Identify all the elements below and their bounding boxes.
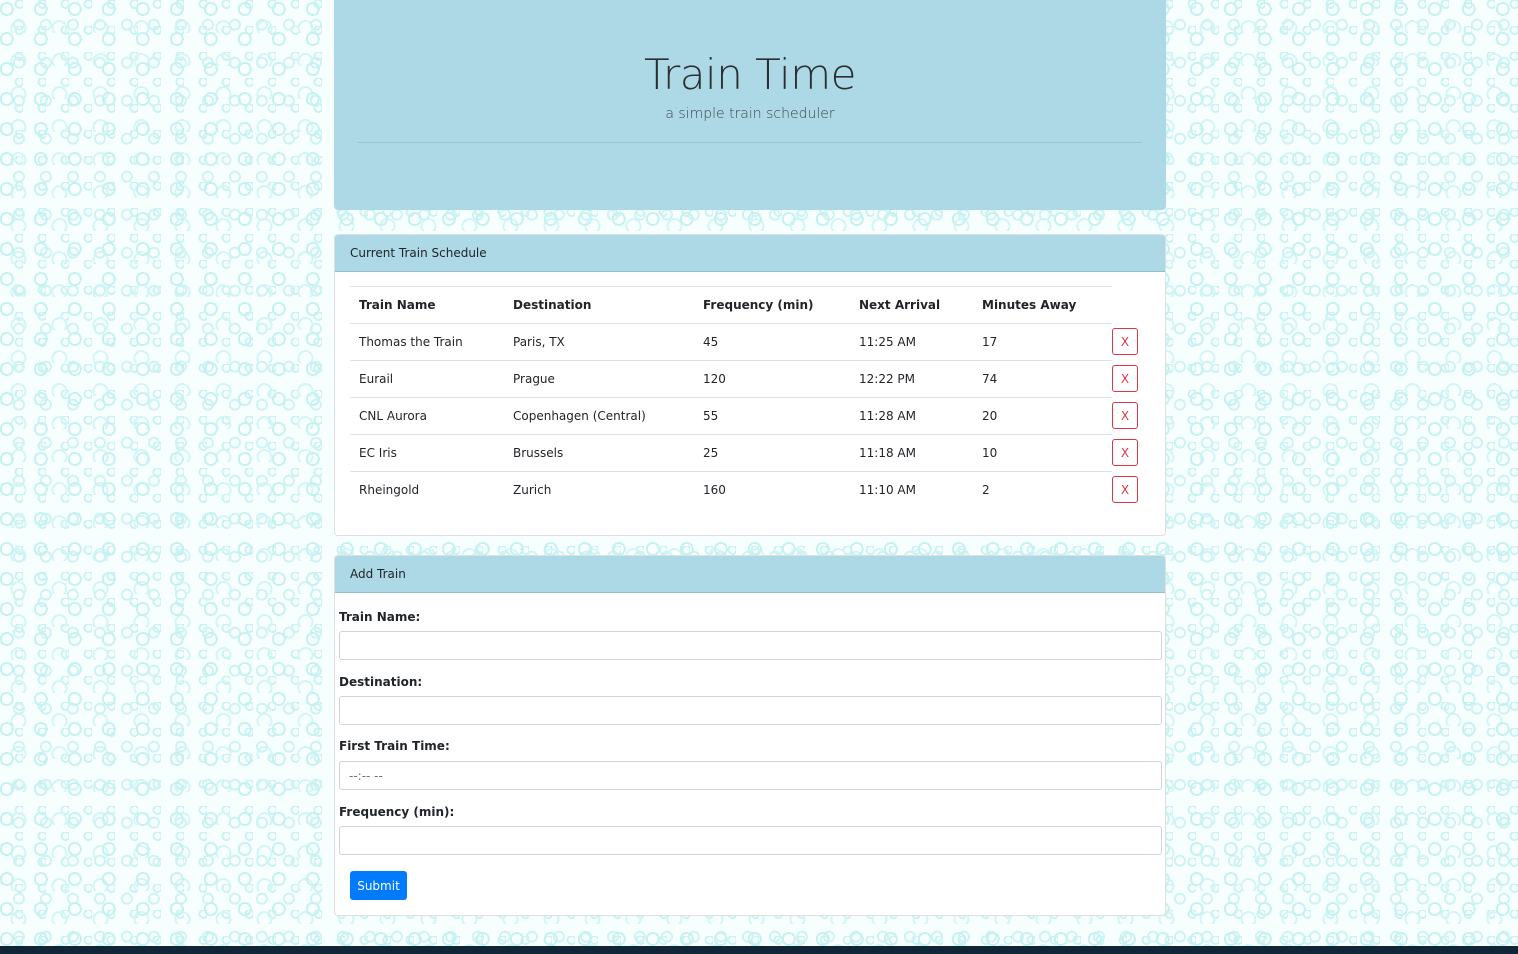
- column-header-frequency: Frequency (min): [694, 286, 850, 324]
- table-row: Rheingold Zurich 160 11:10 AM 2: [350, 472, 1112, 509]
- cell-minutes-away: 10: [973, 434, 1112, 472]
- train-name-input[interactable]: [339, 631, 1162, 660]
- destination-label: Destination:: [339, 675, 423, 689]
- cell-frequency: 25: [694, 434, 850, 472]
- main-container: Train Time a simple train scheduler Curr…: [334, 0, 1166, 916]
- page-subtitle: a simple train scheduler: [665, 106, 835, 123]
- cell-train-name: CNL Aurora: [350, 397, 504, 435]
- delete-train-button[interactable]: X: [1112, 328, 1138, 355]
- cell-frequency: 120: [694, 360, 850, 398]
- train-name-label: Train Name:: [339, 610, 421, 624]
- delete-train-button[interactable]: X: [1112, 402, 1138, 429]
- header-jumbotron: Train Time a simple train scheduler: [334, 0, 1166, 210]
- table-row: CNL Aurora Copenhagen (Central) 55 11:28…: [350, 397, 1112, 435]
- table-row: Eurail Prague 120 12:22 PM 74: [350, 360, 1112, 398]
- cell-minutes-away: 74: [973, 360, 1112, 398]
- delete-train-button[interactable]: X: [1112, 476, 1138, 503]
- first-train-time-label: First Train Time:: [339, 739, 450, 753]
- schedule-table: Train Name Destination Frequency (min) N…: [350, 286, 1112, 508]
- cell-destination: Brussels: [504, 434, 694, 472]
- column-header-minutes-away: Minutes Away: [973, 286, 1112, 324]
- cell-train-name: EC Iris: [350, 434, 504, 472]
- cell-next-arrival: 11:28 AM: [850, 397, 973, 435]
- delete-train-button[interactable]: X: [1112, 365, 1138, 392]
- first-train-time-input[interactable]: [339, 761, 1162, 790]
- delete-train-button[interactable]: X: [1112, 439, 1138, 466]
- cell-train-name: Thomas the Train: [350, 323, 504, 361]
- cell-minutes-away: 20: [973, 397, 1112, 435]
- cell-destination: Prague: [504, 360, 694, 398]
- cell-frequency: 45: [694, 323, 850, 361]
- frequency-label: Frequency (min):: [339, 805, 455, 819]
- frequency-input[interactable]: [339, 826, 1162, 855]
- submit-button[interactable]: Submit: [350, 871, 407, 900]
- cell-next-arrival: 12:22 PM: [850, 360, 973, 398]
- cell-minutes-away: 17: [973, 323, 1112, 361]
- cell-destination: Copenhagen (Central): [504, 397, 694, 435]
- cell-next-arrival: 11:18 AM: [850, 434, 973, 472]
- column-header-next-arrival: Next Arrival: [850, 286, 973, 324]
- cell-frequency: 55: [694, 397, 850, 435]
- cell-minutes-away: 2: [982, 483, 990, 497]
- column-header-destination: Destination: [504, 286, 694, 324]
- cell-destination: Zurich: [513, 483, 552, 497]
- cell-train-name: Rheingold: [359, 483, 420, 497]
- cell-next-arrival: 11:25 AM: [850, 323, 973, 361]
- cell-frequency: 160: [703, 483, 726, 497]
- cell-next-arrival: 11:10 AM: [859, 483, 916, 497]
- cell-destination: Paris, TX: [504, 323, 694, 361]
- destination-input[interactable]: [339, 696, 1162, 725]
- cell-train-name: Eurail: [350, 360, 504, 398]
- add-train-card: Add Train Train Name: Destination: First…: [334, 555, 1166, 916]
- page-title: Train Time: [644, 50, 856, 99]
- table-row: EC Iris Brussels 25 11:18 AM 10: [350, 434, 1112, 472]
- table-row: Thomas the Train Paris, TX 45 11:25 AM 1…: [350, 323, 1112, 361]
- schedule-card: Current Train Schedule Train Name Destin…: [334, 234, 1166, 536]
- add-train-card-header: Add Train: [335, 556, 1165, 593]
- footer-bar: [0, 946, 1518, 954]
- column-header-train-name: Train Name: [350, 286, 504, 324]
- schedule-header-row: Train Name Destination Frequency (min) N…: [350, 286, 1112, 324]
- schedule-card-header: Current Train Schedule: [335, 235, 1165, 272]
- header-divider: [358, 142, 1142, 144]
